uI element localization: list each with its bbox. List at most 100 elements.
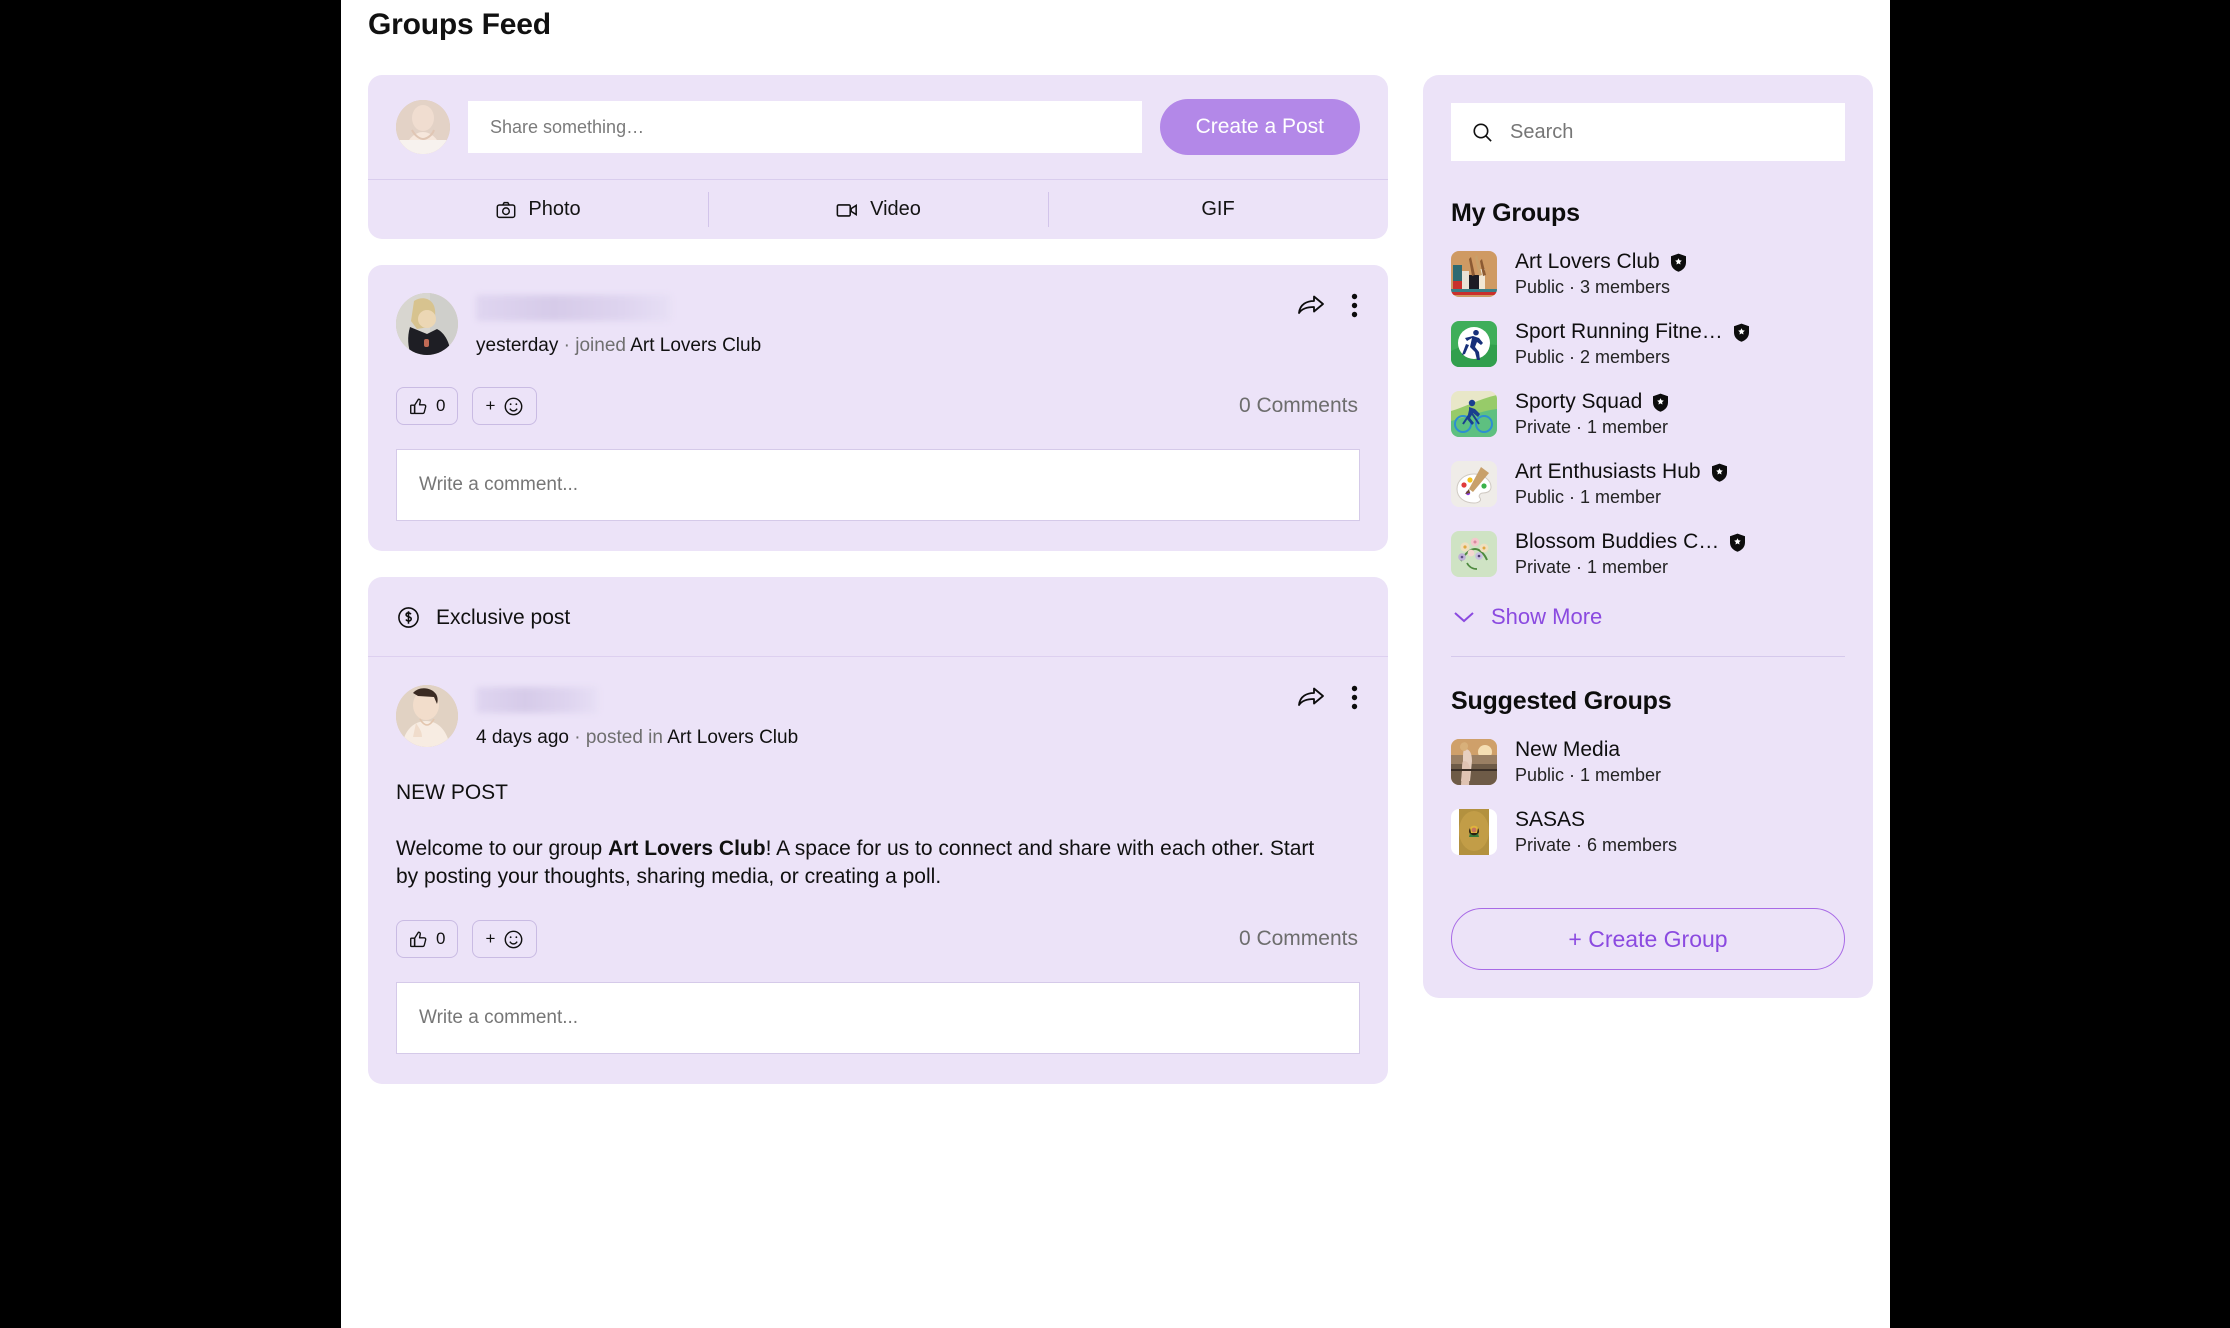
group-name-row: SASAS [1515,808,1845,832]
verified-shield-icon [1670,253,1687,272]
post-subtitle: yesterday · joined Art Lovers Club [476,335,761,357]
post-author-name-redacted [476,295,671,321]
dollar-coin-icon [396,605,421,630]
verified-shield-icon [1733,323,1750,342]
my-groups-heading: My Groups [1451,199,1580,227]
composer-gif-button[interactable]: GIF [1048,180,1388,239]
composer-photo-button[interactable]: Photo [368,180,708,239]
suggested-groups-heading: Suggested Groups [1451,687,1672,715]
write-comment-placeholder: Write a comment... [419,474,579,495]
post-author-name-redacted [476,687,598,713]
add-reaction-button[interactable]: + [472,387,538,425]
composer-video-label: Video [870,198,921,220]
post-group-name[interactable]: Art Lovers Club [667,727,798,748]
group-meta: Private · 1 member [1515,557,1669,577]
write-comment-input[interactable]: Write a comment... [396,449,1360,521]
share-icon[interactable] [1297,293,1325,318]
suggested-group-item[interactable]: New Media Public · 1 member [1451,738,1845,786]
my-group-item[interactable]: Sport Running Fitne… Public · 2 members [1451,320,1845,368]
search-icon [1471,121,1494,144]
post-author-avatar[interactable] [396,685,458,747]
composer-top-row: Create a Post [368,75,1388,179]
search-box[interactable] [1451,103,1845,161]
post-body: NEW POST Welcome to our group Art Lovers… [368,749,1388,890]
post-text-bold: Art Lovers Club [608,837,766,860]
show-more-label: Show More [1491,604,1603,629]
share-something-input[interactable] [468,101,1142,153]
group-info: Art Enthusiasts Hub Public · 1 member [1515,460,1845,508]
verified-shield-icon [1729,533,1746,552]
like-count: 0 [436,396,446,415]
group-name-row: New Media [1515,738,1845,762]
group-name-row: Sporty Squad [1515,390,1845,414]
exclusive-post-label: Exclusive post [436,605,571,629]
post-group-name[interactable]: Art Lovers Club [630,335,761,356]
thumbs-up-icon [409,397,428,416]
composer-video-button[interactable]: Video [708,180,1048,239]
write-comment-input[interactable]: Write a comment... [396,982,1360,1055]
write-comment-placeholder: Write a comment... [419,1007,579,1029]
post-author-avatar[interactable] [396,293,458,355]
runner-thumb [1451,321,1497,367]
post-meta: 4 days ago · posted in Art Lovers Club [476,685,798,749]
group-name: Art Lovers Club [1515,250,1660,273]
post-actions: 0 + 0 Comments [368,890,1388,959]
sidebar-card: My Groups [1423,75,1873,998]
group-info: Sporty Squad Private · 1 member [1515,390,1845,438]
group-meta: Public · 3 members [1515,277,1671,297]
my-group-item[interactable]: Sporty Squad Private · 1 member [1451,390,1845,438]
post-tools [1297,293,1358,318]
suggested-group-item[interactable]: SASAS Private · 6 members [1451,808,1845,856]
create-post-button[interactable]: Create a Post [1159,99,1360,155]
plus-sign: + [485,396,496,415]
more-options-icon[interactable] [1351,685,1358,710]
chevron-down-icon [1453,610,1475,624]
page-title: Groups Feed [368,8,551,41]
exclusive-post-banner: Exclusive post [368,577,1388,657]
thumbs-up-icon [409,930,428,949]
show-more-groups-button[interactable]: Show More [1453,604,1845,630]
group-info: SASAS Private · 6 members [1515,808,1845,856]
plus-sign: + [485,929,496,949]
search-input[interactable] [1510,120,1825,144]
post-meta: yesterday · joined Art Lovers Club [476,293,761,357]
feed-column: Create a Post Photo [368,75,1388,1110]
sunset-photo-thumb [1451,739,1497,785]
verified-shield-icon [1711,463,1728,482]
my-group-item[interactable]: Art Lovers Club Public · 3 members [1451,250,1845,298]
portrait-thumb [1451,809,1497,855]
group-meta: Private · 6 members [1515,835,1678,855]
post-action: joined [575,335,626,356]
verified-shield-icon [1652,393,1669,412]
art-supplies-thumb [1451,251,1497,297]
my-group-item[interactable]: Blossom Buddies C… Private · 1 member [1451,530,1845,578]
post-time: yesterday [476,335,559,356]
composer-gif-label: GIF [1201,198,1235,220]
like-button[interactable]: 0 [396,387,459,425]
post-title: NEW POST [396,781,509,804]
group-meta: Public · 1 member [1515,487,1662,507]
sidebar-column: My Groups [1423,75,1873,998]
smiley-face-icon [503,396,524,417]
smiley-face-icon [503,929,524,950]
group-meta: Public · 1 member [1515,765,1662,785]
post-action: posted in [585,727,663,748]
post-card: Exclusive post 4 days ago · posted in Ar… [368,577,1388,1085]
share-icon[interactable] [1297,685,1325,710]
post-text: Welcome to our group Art Lovers Club! A … [396,835,1326,890]
group-info: Sport Running Fitne… Public · 2 members [1515,320,1845,368]
add-reaction-button[interactable]: + [472,920,538,959]
create-group-button[interactable]: + Create Group [1451,908,1845,970]
post-separator: · [574,727,581,748]
more-options-icon[interactable] [1351,293,1358,318]
group-name: New Media [1515,738,1621,761]
group-name-row: Blossom Buddies C… [1515,530,1845,554]
current-user-avatar[interactable] [396,100,450,154]
like-count: 0 [436,929,446,949]
screenshot-root: Groups Feed Create a [0,0,2230,1328]
sidebar-divider [1451,656,1845,657]
my-group-item[interactable]: Art Enthusiasts Hub Public · 1 member [1451,460,1845,508]
like-button[interactable]: 0 [396,920,459,959]
post-card: yesterday · joined Art Lovers Club 0 + 0… [368,265,1388,551]
palette-thumb [1451,461,1497,507]
